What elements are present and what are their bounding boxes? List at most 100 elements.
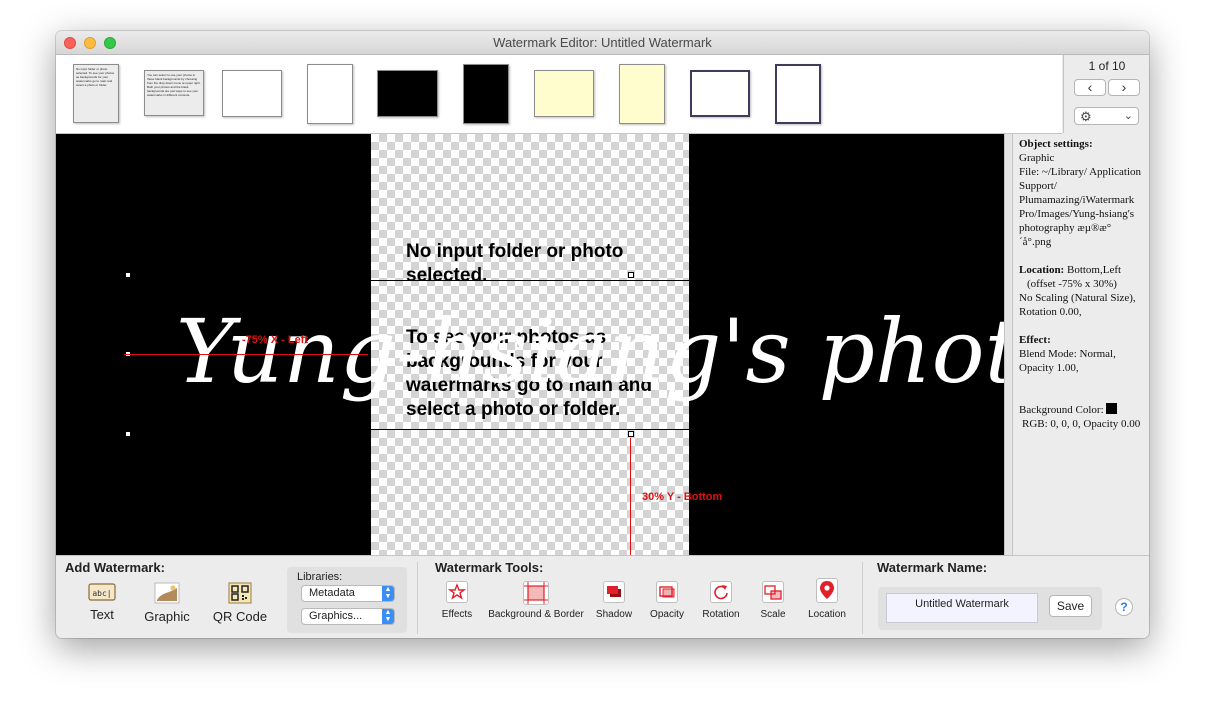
blend-mode-value: Blend Mode: Normal, Opacity 1.00, [1019, 348, 1116, 374]
placeholder-divider [371, 429, 689, 430]
scaling-value: No Scaling (Natural Size), [1019, 292, 1136, 304]
popup-arrows-icon: ▲ ▼ [382, 609, 394, 624]
thumbnail-framed-landscape[interactable] [690, 70, 750, 117]
next-page-button[interactable]: › [1108, 79, 1140, 96]
popup-arrows-icon: ▲ ▼ [382, 586, 394, 601]
object-settings-heading: Object settings: [1019, 138, 1093, 150]
thumbnail-cream-landscape[interactable] [534, 70, 594, 117]
location-tool-label: Location [808, 609, 846, 620]
thumbnail-pager: 1 of 10 ‹ › ⚙ ⌄ [1063, 55, 1149, 133]
previous-page-button[interactable]: ‹ [1074, 79, 1106, 96]
add-graphic-label: Graphic [144, 609, 190, 624]
thumbnail-white-landscape[interactable] [222, 70, 282, 117]
background-color-label: Background Color: [1019, 404, 1104, 416]
qr-code-icon [228, 582, 252, 604]
scale-icon [762, 581, 784, 603]
background-thumbnail-strip: No input folder or photo selected. To se… [56, 55, 1062, 134]
shadow-icon [603, 581, 625, 603]
opacity-tool-button[interactable]: Opacity [647, 581, 687, 620]
location-heading: Location: [1019, 264, 1065, 276]
shadow-tool-label: Shadow [595, 609, 633, 620]
resize-handle[interactable] [125, 272, 131, 278]
save-button[interactable]: Save [1049, 595, 1092, 617]
effects-tool-label: Effects [441, 609, 473, 620]
graphics-library-select[interactable]: Graphics... ▲ ▼ [301, 608, 395, 625]
watermark-name-group: Untitled Watermark Save [878, 587, 1102, 630]
libraries-caption: Libraries: [297, 571, 343, 583]
map-pin-icon [816, 578, 838, 603]
help-button[interactable]: ? [1115, 598, 1133, 616]
chevron-left-icon: ‹ [1087, 79, 1093, 95]
add-graphic-button[interactable]: Graphic [142, 582, 192, 624]
y-offset-label: 30% Y - Bottom [642, 491, 723, 503]
resize-handle[interactable] [628, 272, 634, 278]
resize-handle[interactable] [125, 431, 131, 437]
graphics-library-value: Graphics... [309, 610, 363, 622]
scale-tool-button[interactable]: Scale [753, 581, 793, 620]
rotate-icon [710, 581, 732, 603]
object-file-path: File: ~/Library/ Application Support/ Pl… [1019, 166, 1142, 248]
object-settings-panel: Object settings: Graphic File: ~/Library… [1013, 134, 1149, 555]
x-offset-label: -75% X - Left [242, 334, 309, 346]
toolbar-divider [417, 562, 418, 634]
preview-canvas[interactable]: No input folder or photo selected. To se… [56, 134, 1004, 555]
opacity-icon [656, 581, 678, 603]
metadata-library-select[interactable]: Metadata ▲ ▼ [301, 585, 395, 602]
add-qr-code-label: QR Code [212, 609, 268, 624]
thumbnail-white-portrait[interactable] [307, 64, 353, 124]
watermark-name-field[interactable]: Untitled Watermark [886, 593, 1038, 623]
rotation-value: Rotation 0.00, [1019, 306, 1082, 318]
chevron-right-icon: › [1121, 79, 1127, 95]
background-border-tool-button[interactable]: Background & Border [486, 581, 586, 620]
effects-tool-button[interactable]: Effects [437, 581, 477, 620]
add-text-label: Text [90, 607, 114, 622]
watermark-name-heading: Watermark Name: [877, 560, 988, 575]
resize-handle[interactable] [628, 431, 634, 437]
placeholder-message-title: No input folder or photo selected. [406, 241, 624, 286]
location-tool-button[interactable]: Location [804, 578, 850, 620]
gear-icon: ⚙ [1080, 109, 1092, 124]
thumbnail-caption: No input folder or photo selected. To se… [76, 67, 115, 87]
object-type: Graphic [1019, 152, 1055, 164]
thumbnail-text-portrait[interactable]: No input folder or photo selected. To se… [73, 64, 119, 123]
border-frame-icon [523, 581, 549, 605]
title-bar: Watermark Editor: Untitled Watermark [56, 31, 1149, 55]
panel-splitter[interactable] [1004, 134, 1013, 555]
thumbnail-black-landscape[interactable] [377, 70, 438, 117]
background-rgb-value: RGB: 0, 0, 0, Opacity 0.00 [1022, 418, 1141, 430]
thumbnail-framed-portrait[interactable] [775, 64, 821, 124]
add-watermark-heading: Add Watermark: [65, 560, 165, 575]
thumbnail-cream-portrait[interactable] [619, 64, 665, 124]
background-options-menu[interactable]: ⚙ ⌄ [1074, 107, 1139, 125]
watermark-editor-window: Watermark Editor: Untitled Watermark No … [56, 31, 1149, 638]
toolbar-divider [862, 562, 863, 634]
window-title: Watermark Editor: Untitled Watermark [493, 35, 712, 50]
opacity-tool-label: Opacity [650, 609, 684, 620]
add-text-button[interactable]: abc| Text [82, 582, 122, 622]
metadata-library-value: Metadata [309, 587, 355, 599]
add-qr-code-button[interactable]: QR Code [210, 582, 270, 624]
text-icon: abc| [88, 583, 116, 601]
chevron-down-icon: ⌄ [1123, 110, 1133, 122]
shadow-tool-button[interactable]: Shadow [594, 581, 634, 620]
x-offset-guide [124, 354, 368, 355]
scale-tool-label: Scale [760, 609, 786, 620]
thumbnail-caption: You can select to use your photos in the… [147, 73, 201, 97]
bottom-toolbar: Add Watermark: abc| Text Graphic QR Code… [56, 555, 1149, 638]
y-offset-guide [630, 438, 631, 555]
rotation-tool-label: Rotation [702, 609, 740, 620]
watermark-graphic[interactable]: Yung-hsiang's photography [176, 302, 1004, 402]
rotation-tool-button[interactable]: Rotation [700, 581, 742, 620]
thumbnail-black-portrait[interactable] [463, 64, 509, 124]
text-icon-glyph: abc| [92, 589, 111, 598]
effect-heading: Effect: [1019, 334, 1051, 346]
location-offset: (offset -75% x 30%) [1027, 278, 1117, 290]
location-value: Bottom,Left [1066, 264, 1122, 276]
background-border-tool-label: Background & Border [488, 609, 584, 620]
libraries-group: Libraries: Metadata ▲ ▼ Graphics... ▲ ▼ [287, 567, 407, 633]
watermark-tools-heading: Watermark Tools: [435, 560, 544, 575]
background-color-swatch [1106, 403, 1118, 414]
thumbnail-text-landscape[interactable]: You can select to use your photos in the… [144, 70, 204, 116]
graphic-image-icon [154, 582, 180, 604]
star-icon [446, 581, 468, 603]
